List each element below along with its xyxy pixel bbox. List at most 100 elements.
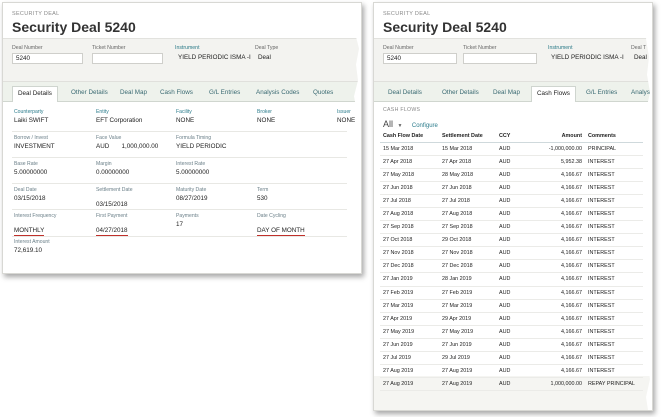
table-cell: 15 Mar 2018 bbox=[439, 142, 496, 156]
tab-quotes[interactable]: Quotes bbox=[308, 86, 338, 102]
tab-analysis-codes[interactable]: Analysis Codes bbox=[251, 86, 304, 102]
deal-details-grid: Counterparty Laiki SWIFT Entity EFT Corp… bbox=[3, 102, 361, 273]
table-cell: -1,000,000.00 bbox=[522, 142, 585, 156]
table-cell: AUD bbox=[496, 325, 522, 339]
table-row[interactable]: 27 Jul 2019 29 Jul 2019 AUD 4,166.67 INTERES… bbox=[380, 351, 643, 366]
instrument-value: YIELD PERIODIC ISMA -I bbox=[178, 54, 251, 61]
table-cell: 28 Jan 2019 bbox=[439, 272, 496, 287]
first-payment-value: 04/27/2018 bbox=[96, 227, 128, 236]
table-row[interactable]: 27 Oct 2018 29 Oct 2018 AUD 4,166.67 INTERES… bbox=[380, 233, 643, 248]
date-cycling-label: Date Cycling bbox=[257, 213, 286, 219]
broker-label[interactable]: Broker bbox=[257, 109, 275, 115]
table-row[interactable]: 27 May 2019 27 May 2019 AUD 4,166.67 INTERES… bbox=[380, 325, 643, 339]
date-cycling-value: DAY OF MONTH bbox=[257, 227, 305, 236]
margin-cell: Margin 0.00000000 bbox=[96, 161, 129, 176]
deal-header-fields: Deal Number 5240 Ticket Number Instrumen… bbox=[374, 39, 652, 82]
column-header[interactable]: Settlement Date bbox=[439, 130, 496, 143]
deal-details-window: SECURITY DEAL Security Deal 5240 Deal Nu… bbox=[2, 2, 362, 274]
counterparty-label[interactable]: Counterparty bbox=[14, 109, 48, 115]
cash-flows-table: Cash Flow Date Settlement Date CCY Amoun… bbox=[380, 130, 643, 392]
table-cell: 27 Jun 2018 bbox=[439, 181, 496, 195]
table-row[interactable]: 27 Aug 2019 27 Aug 2019 AUD 1,000,000.00 REP… bbox=[380, 377, 643, 392]
table-cell: 27 Jun 2019 bbox=[439, 338, 496, 353]
deal-number-input[interactable]: 5240 bbox=[383, 53, 457, 64]
table-cell: AUD bbox=[496, 364, 522, 379]
table-cell: INTEREST bbox=[585, 181, 643, 195]
column-header[interactable]: Comments bbox=[585, 130, 643, 143]
payments-label: Payments bbox=[176, 213, 199, 219]
table-row[interactable]: 27 Sep 2018 27 Sep 2018 AUD 4,166.67 INTERES… bbox=[380, 220, 643, 235]
table-row[interactable]: 27 Nov 2018 27 Nov 2018 AUD 4,166.67 INTERES… bbox=[380, 246, 643, 261]
interest-frequency-label: Interest Frequency bbox=[14, 213, 57, 219]
table-row[interactable]: 27 Jun 2019 27 Jun 2019 AUD 4,166.67 INTERES… bbox=[380, 338, 643, 353]
configure-link[interactable]: Configure bbox=[412, 123, 438, 129]
filter-dropdown[interactable]: All ▼ bbox=[383, 114, 407, 131]
table-cell: INTEREST bbox=[585, 312, 643, 326]
facility-label[interactable]: Facility bbox=[176, 109, 194, 115]
interest-amount-value: 72,619.10 bbox=[14, 247, 43, 254]
face-value-value: AUD 1,000,000.00 bbox=[96, 143, 159, 150]
base-rate-value: 5.00000000 bbox=[14, 169, 48, 176]
section-label: CASH FLOWS bbox=[383, 107, 421, 113]
column-header[interactable]: Amount bbox=[522, 130, 585, 143]
table-cell: AUD bbox=[496, 312, 522, 326]
page-kicker: SECURITY DEAL bbox=[383, 11, 431, 17]
tab-deal-map[interactable]: Deal Map bbox=[115, 86, 152, 102]
table-cell: AUD bbox=[496, 194, 522, 208]
table-cell: 27 Dec 2018 bbox=[439, 259, 496, 274]
table-row[interactable]: 27 Apr 2018 27 Apr 2018 AUD 5,952.38 INTERES… bbox=[380, 155, 643, 169]
table-cell: 27 Apr 2018 bbox=[380, 155, 439, 169]
first-payment-label: First Payment bbox=[96, 213, 128, 219]
table-cell: 29 Oct 2018 bbox=[439, 233, 496, 248]
ticket-number-input[interactable] bbox=[92, 53, 163, 64]
deal-tabs: Deal Details Other Details Deal Map Cash… bbox=[3, 82, 361, 102]
table-row[interactable]: 27 Aug 2019 27 Aug 2019 AUD 4,166.67 INTERES… bbox=[380, 364, 643, 379]
instrument-label[interactable]: Instrument bbox=[548, 45, 627, 51]
tab-gl-entries[interactable]: G/L Entries bbox=[204, 86, 245, 102]
table-row[interactable]: 27 Aug 2018 27 Aug 2018 AUD 4,166.67 INTERES… bbox=[380, 207, 643, 222]
interest-amount-label: Interest Amount bbox=[14, 239, 50, 245]
table-row[interactable]: 27 Jul 2018 27 Jul 2018 AUD 4,166.67 INTERES… bbox=[380, 194, 643, 208]
table-cell: 4,166.67 bbox=[522, 233, 585, 248]
tab-cash-flows[interactable]: Cash Flows bbox=[531, 86, 576, 102]
tab-other-details[interactable]: Other Details bbox=[66, 86, 113, 102]
table-row[interactable]: 27 Apr 2019 29 Apr 2019 AUD 4,166.67 INTERES… bbox=[380, 312, 643, 326]
cash-flows-table-body: 15 Mar 2018 15 Mar 2018 AUD -1,000,000.00 PR… bbox=[380, 142, 643, 392]
entity-value: EFT Corporation bbox=[96, 117, 143, 124]
table-row[interactable]: 27 Feb 2019 27 Feb 2019 AUD 4,166.67 INTERES… bbox=[380, 286, 643, 300]
table-cell: 27 Sep 2018 bbox=[439, 220, 496, 235]
table-cell: 27 Mar 2019 bbox=[439, 299, 496, 313]
column-header[interactable]: CCY bbox=[496, 130, 522, 143]
tab-other-details[interactable]: Other Details bbox=[437, 86, 484, 102]
tab-gl-entries[interactable]: G/L Entries bbox=[581, 86, 622, 102]
table-row[interactable]: 27 Mar 2019 27 Mar 2019 AUD 4,166.67 INTERES… bbox=[380, 299, 643, 313]
term-value: 530 bbox=[257, 195, 268, 202]
tab-deal-details[interactable]: Deal Details bbox=[12, 86, 58, 102]
table-row[interactable]: 27 Dec 2018 27 Dec 2018 AUD 4,166.67 INTERES… bbox=[380, 259, 643, 274]
table-row[interactable]: 27 May 2018 28 May 2018 AUD 4,166.67 INTERES… bbox=[380, 168, 643, 182]
table-row[interactable]: 27 Jan 2019 28 Jan 2019 AUD 4,166.67 INTERES… bbox=[380, 272, 643, 287]
deal-type-label: Deal Type bbox=[255, 45, 279, 51]
table-cell: 4,166.67 bbox=[522, 299, 585, 313]
ticket-number-field: Ticket Number bbox=[92, 45, 163, 64]
deal-number-input[interactable]: 5240 bbox=[12, 53, 83, 64]
maturity-date-cell: Maturity Date 08/27/2019 bbox=[176, 187, 208, 202]
table-cell: 4,166.67 bbox=[522, 286, 585, 300]
table-cell: INTEREST bbox=[585, 259, 643, 274]
borrow-invest-cell: Borrow / Invest INVESTMENT bbox=[14, 135, 55, 150]
table-row[interactable]: 15 Mar 2018 15 Mar 2018 AUD -1,000,000.00 PR… bbox=[380, 142, 643, 156]
tab-cash-flows[interactable]: Cash Flows bbox=[155, 86, 198, 102]
ticket-number-input[interactable] bbox=[463, 53, 537, 64]
tab-deal-details[interactable]: Deal Details bbox=[383, 86, 427, 102]
table-cell: AUD bbox=[496, 181, 522, 195]
entity-cell: Entity EFT Corporation bbox=[96, 109, 142, 124]
deal-number-field: Deal Number 5240 bbox=[12, 45, 83, 64]
table-cell: 4,166.67 bbox=[522, 364, 585, 379]
instrument-label[interactable]: Instrument bbox=[175, 45, 254, 51]
borrow-invest-value: INVESTMENT bbox=[14, 143, 55, 150]
tab-deal-map[interactable]: Deal Map bbox=[488, 86, 525, 102]
table-row[interactable]: 27 Jun 2018 27 Jun 2018 AUD 4,166.67 INTERES… bbox=[380, 181, 643, 195]
interest-rate-cell: Interest Rate 5.00000000 bbox=[176, 161, 209, 176]
entity-label[interactable]: Entity bbox=[96, 109, 142, 115]
divider bbox=[12, 157, 347, 158]
